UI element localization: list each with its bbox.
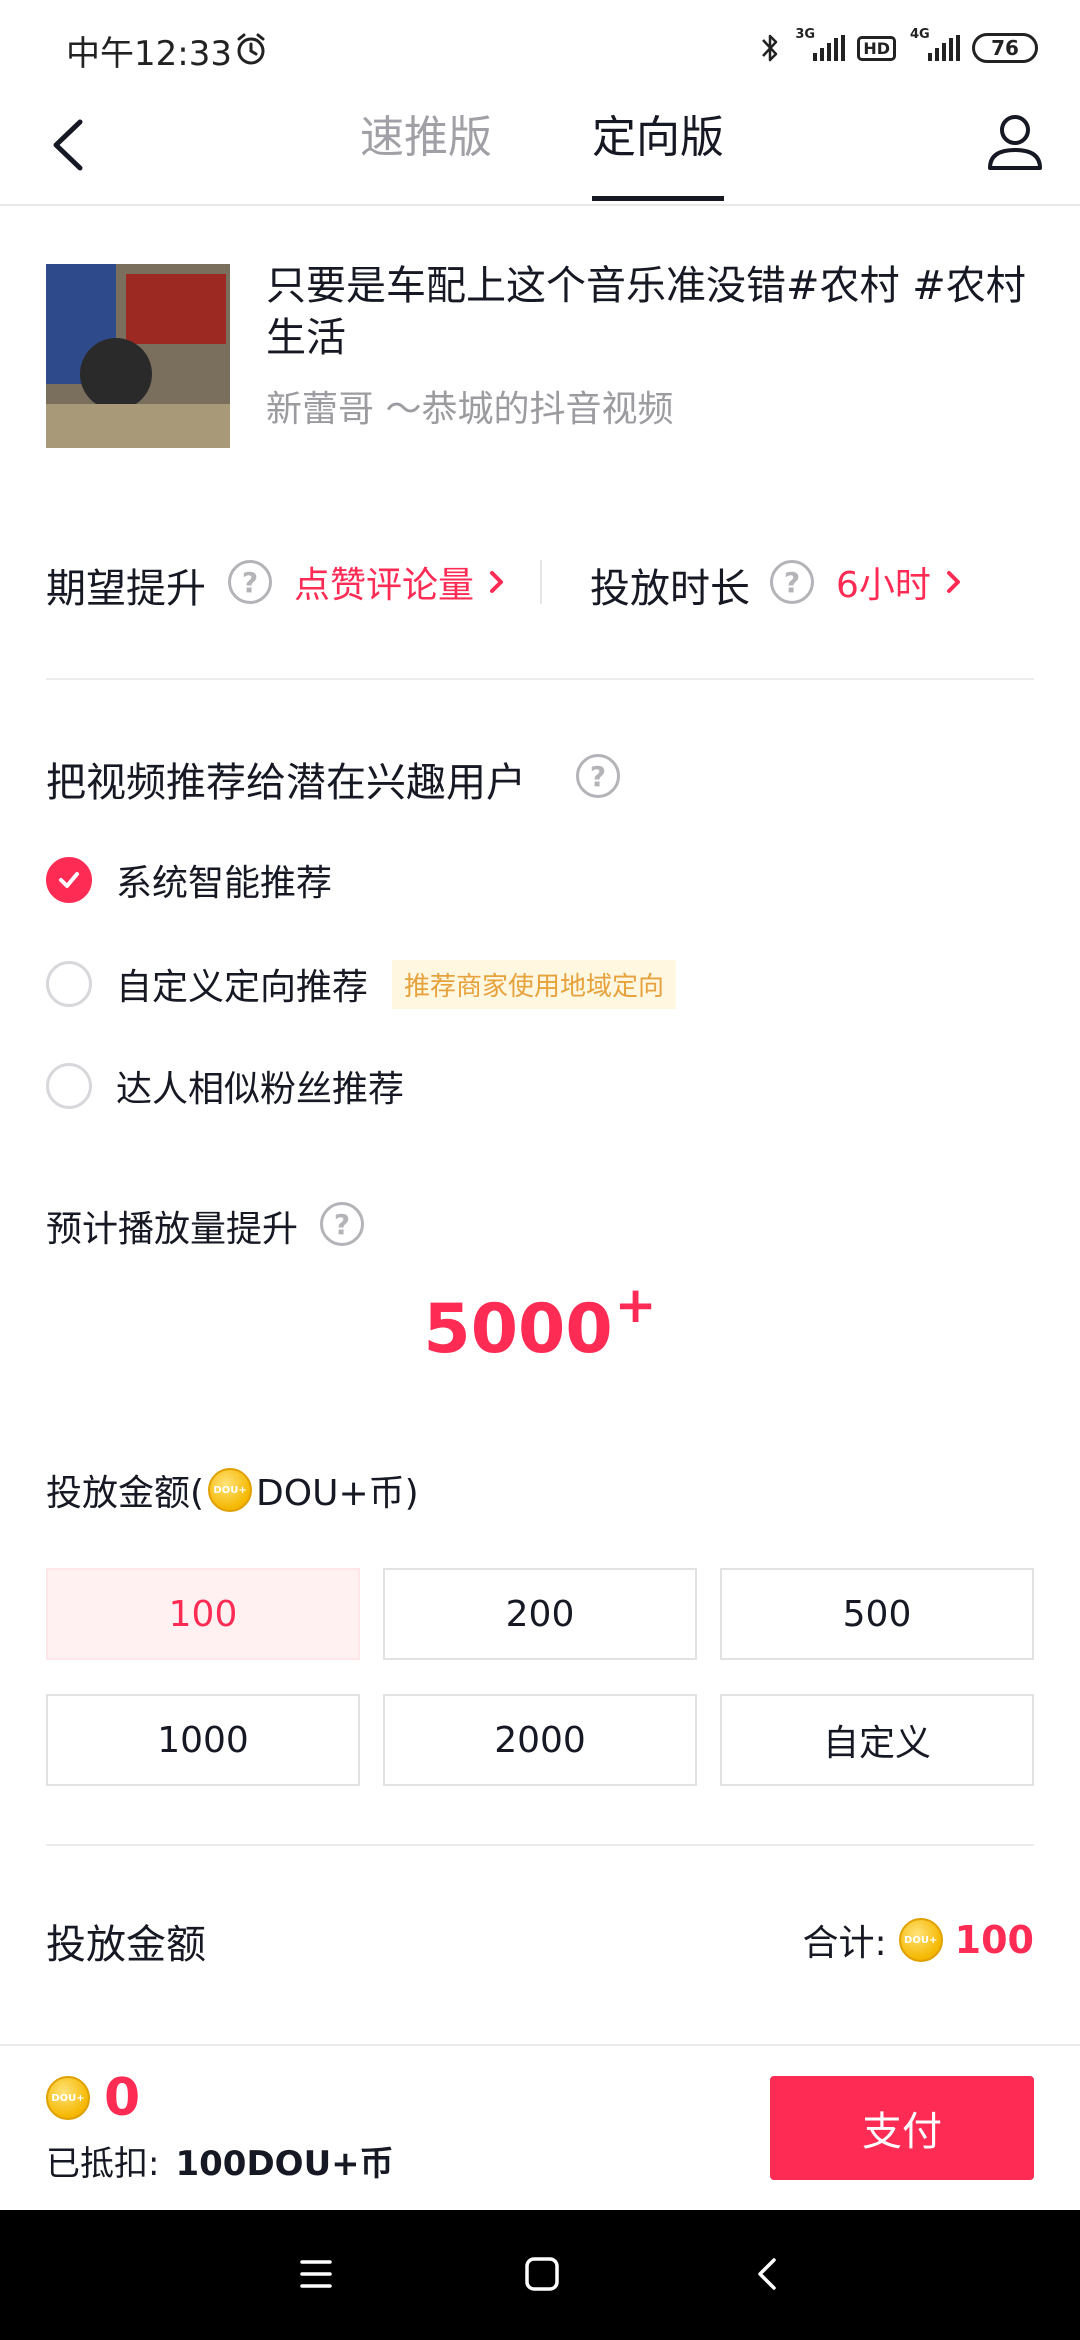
option-label: 达人相似粉丝推荐 [116, 1069, 405, 1110]
signal-3g-icon: 3G [795, 27, 846, 61]
deducted-value: 100DOU+币 [175, 2144, 394, 2184]
amount-option[interactable]: 1000 [46, 1694, 360, 1786]
duration-selector[interactable]: 6小时 [836, 556, 963, 608]
section-divider [46, 678, 1034, 680]
amount-option[interactable]: 100 [46, 1568, 360, 1660]
amount-option[interactable]: 2000 [383, 1694, 697, 1786]
bottom-divider [0, 2044, 1080, 2046]
signal-4g-icon: 4G [910, 27, 960, 61]
bluetooth-icon [762, 34, 778, 62]
option-label: 系统智能推荐 [116, 863, 333, 904]
audience-option-custom[interactable]: 自定义定向推荐 推荐商家使用地域定向 [46, 958, 677, 1010]
video-thumbnail[interactable] [46, 264, 230, 448]
audience-option-smart[interactable]: 系统智能推荐 [46, 854, 332, 906]
estimate-label: 预计播放量提升 [46, 1209, 299, 1250]
active-tab-indicator [592, 196, 724, 201]
battery-indicator: 76 [972, 33, 1038, 63]
duration-label: 投放时长 [590, 566, 750, 612]
amount-option[interactable]: 500 [720, 1568, 1034, 1660]
summary-label: 投放金额 [46, 1922, 206, 1968]
balance-value: 0 [104, 2068, 141, 2128]
expect-selector[interactable]: 点赞评论量 [294, 556, 506, 608]
video-title: 只要是车配上这个音乐准没错#农村 #农村生活 [266, 263, 1026, 361]
header-divider [0, 204, 1080, 206]
amount-option[interactable]: 200 [383, 1568, 697, 1660]
tab-quick-boost[interactable]: 速推版 [360, 108, 492, 178]
nav-back-icon[interactable] [752, 2254, 782, 2294]
recommend-tag: 推荐商家使用地域定向 [392, 959, 677, 1009]
expect-value: 点赞评论量 [294, 565, 475, 606]
radio-checked-icon [46, 857, 92, 903]
hd-badge: HD [857, 35, 896, 61]
radio-unchecked-icon [46, 1063, 92, 1109]
balance: DOU+ 0 [46, 2068, 140, 2128]
option-label: 自定义定向推荐 [116, 967, 369, 1008]
dou-coin-icon: DOU+ [46, 2076, 90, 2120]
deducted-label: 已抵扣: [46, 2144, 160, 2184]
pay-button[interactable]: 支付 [770, 2076, 1034, 2180]
amount-option-custom[interactable]: 自定义 [720, 1694, 1034, 1786]
section-divider [46, 1844, 1034, 1846]
radio-unchecked-icon [46, 961, 92, 1007]
system-nav-bar [0, 2210, 1080, 2340]
total-label: 合计: [802, 1923, 887, 1964]
total-value: 100 [954, 1918, 1034, 1962]
menu-icon[interactable] [298, 2254, 334, 2294]
audience-option-lookalike[interactable]: 达人相似粉丝推荐 [46, 1060, 404, 1112]
back-icon[interactable] [40, 110, 100, 180]
expect-label: 期望提升 [46, 566, 206, 612]
alarm-icon [237, 33, 265, 65]
estimate-value: 5000+ [423, 1276, 657, 1369]
deducted-row: 已抵扣: 100DOU+币 [46, 2136, 394, 2185]
total-summary: 合计: DOU+ 100 [803, 1914, 1034, 1966]
audience-heading: 把视频推荐给潜在兴趣用户 [46, 760, 526, 806]
dou-coin-icon: DOU+ [898, 1918, 943, 1962]
amount-label: 投放金额( DOU+ DOU+币) [46, 1464, 419, 1516]
help-icon[interactable]: ? [770, 560, 814, 604]
vertical-separator [540, 560, 542, 604]
tab-targeted[interactable]: 定向版 [592, 108, 724, 178]
help-icon[interactable]: ? [228, 560, 272, 604]
status-time: 中午12:33 [66, 34, 232, 74]
help-icon[interactable]: ? [576, 754, 620, 798]
help-icon[interactable]: ? [320, 1202, 364, 1246]
status-indicators: 3G HD 4G 76 [759, 27, 1038, 68]
chevron-right-icon [946, 571, 960, 593]
home-icon[interactable] [522, 2254, 562, 2294]
duration-value: 6小时 [836, 565, 931, 606]
user-icon[interactable] [980, 108, 1050, 178]
video-author: 新蕾哥 ～恭城的抖音视频 [266, 389, 674, 430]
chevron-right-icon [490, 571, 504, 593]
dou-coin-icon: DOU+ [208, 1468, 253, 1512]
